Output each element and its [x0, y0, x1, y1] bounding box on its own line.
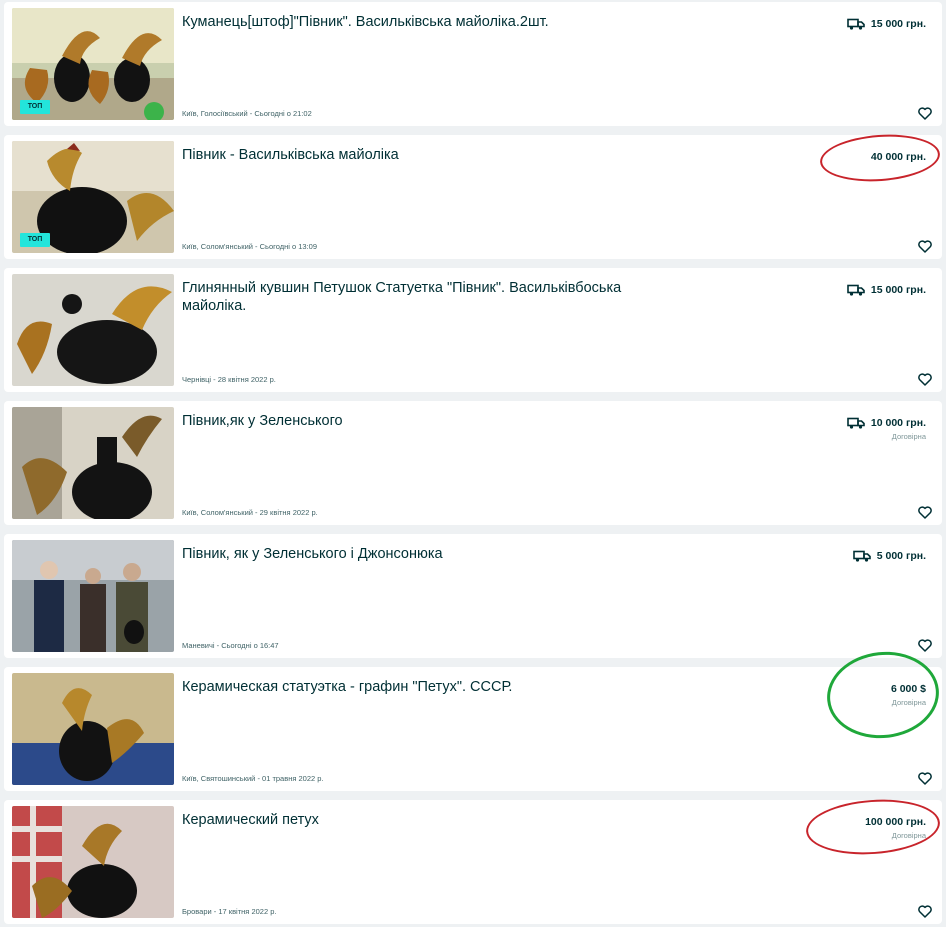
listing-card[interactable]: Півник,як у Зеленського Київ, Солом'янсь…	[4, 401, 942, 525]
price-block: 6 000 $ Договірна	[891, 683, 926, 707]
truck-icon	[847, 18, 865, 30]
listing-title[interactable]: Глинянный кувшин Петушок Статуетка "Півн…	[182, 279, 652, 315]
listing-title[interactable]: Керамический петух	[182, 811, 652, 829]
truck-icon	[847, 284, 865, 296]
price: 5 000 грн.	[876, 550, 926, 562]
listing-photo[interactable]	[12, 407, 174, 519]
heart-outline-icon[interactable]	[918, 373, 932, 386]
top-badge: ТОП	[20, 233, 50, 247]
truck-icon	[847, 417, 865, 429]
price-block: 100 000 грн. Договірна	[865, 816, 926, 840]
heart-outline-icon[interactable]	[918, 107, 932, 120]
listing-location-date: Київ, Голосіївський - Сьогодні о 21:02	[182, 109, 312, 118]
price: 10 000 грн.	[870, 417, 926, 429]
truck-icon	[852, 550, 871, 562]
heart-outline-icon[interactable]	[918, 772, 932, 785]
listing-location-date: Київ, Солом'янський - Сьогодні о 13:09	[182, 242, 317, 251]
price-block: 5 000 грн.	[852, 550, 926, 562]
listing-title[interactable]: Куманець[штоф]"Півник". Васильківська ма…	[182, 13, 652, 31]
heart-outline-icon[interactable]	[918, 506, 932, 519]
price: 6 000 $	[890, 683, 926, 695]
listing-card[interactable]: Керамический петух Бровари - 17 квітня 2…	[4, 800, 942, 924]
listing-location-date: Київ, Солом'янський - 29 квітня 2022 р.	[182, 508, 318, 517]
price-block: 10 000 грн. Договірна	[847, 417, 926, 441]
listing-photo[interactable]	[12, 274, 174, 386]
negotiable-label: Договірна	[891, 831, 926, 840]
listing-photo[interactable]: ТОП	[12, 141, 174, 253]
listing-title[interactable]: Півник - Васильківська майоліка	[182, 146, 652, 164]
listing-title[interactable]: Півник, як у Зеленського і Джонсонюка	[182, 545, 652, 563]
heart-outline-icon[interactable]	[918, 240, 932, 253]
listing-location-date: Бровари - 17 квітня 2022 р.	[182, 907, 277, 916]
listing-title[interactable]: Півник,як у Зеленського	[182, 412, 652, 430]
negotiable-label: Договірна	[891, 432, 926, 441]
listing-photo[interactable]	[12, 540, 174, 652]
price: 15 000 грн.	[870, 18, 926, 30]
price-block: 40 000 грн.	[871, 151, 926, 163]
heart-outline-icon[interactable]	[918, 905, 932, 918]
negotiable-label: Договірна	[891, 698, 926, 707]
listing-photo[interactable]: ТОП	[12, 8, 174, 120]
price: 15 000 грн.	[870, 284, 926, 296]
listing-card[interactable]: ТОП Куманець[штоф]"Півник". Васильківськ…	[4, 2, 942, 126]
listing-card[interactable]: Півник, як у Зеленського і Джонсонюка Ма…	[4, 534, 942, 658]
heart-outline-icon[interactable]	[918, 639, 932, 652]
top-badge: ТОП	[20, 100, 50, 114]
price: 100 000 грн.	[865, 816, 926, 828]
price: 40 000 грн.	[870, 151, 926, 163]
listing-location-date: Чернівці - 28 квітня 2022 р.	[182, 375, 276, 384]
listing-location-date: Київ, Святошинський - 01 травня 2022 р.	[182, 774, 324, 783]
listing-photo[interactable]	[12, 673, 174, 785]
listing-title[interactable]: Керамическая статуэтка - графин "Петух".…	[182, 678, 652, 696]
price-block: 15 000 грн.	[847, 284, 926, 296]
listing-card[interactable]: ТОП Півник - Васильківська майоліка Київ…	[4, 135, 942, 259]
listing-card[interactable]: Глинянный кувшин Петушок Статуетка "Півн…	[4, 268, 942, 392]
listing-card[interactable]: Керамическая статуэтка - графин "Петух".…	[4, 667, 942, 791]
listing-location-date: Маневичі - Сьогодні о 16:47	[182, 641, 279, 650]
listing-photo[interactable]	[12, 806, 174, 918]
price-block: 15 000 грн.	[847, 18, 926, 30]
